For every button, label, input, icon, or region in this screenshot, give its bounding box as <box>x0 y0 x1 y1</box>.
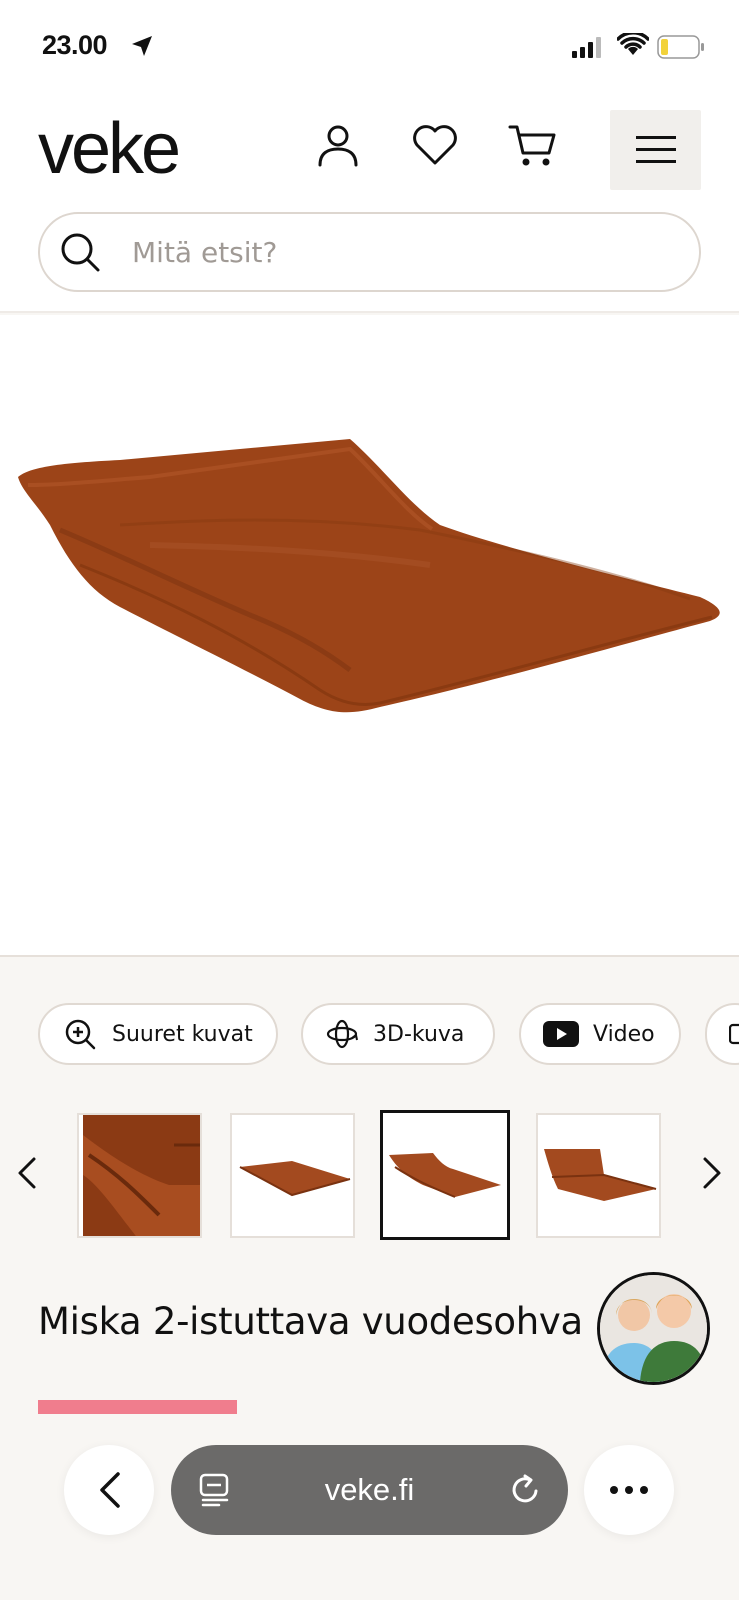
account-icon[interactable] <box>316 123 360 167</box>
large-images-button[interactable]: Suuret kuvat <box>38 1003 278 1065</box>
battery-icon <box>657 35 704 59</box>
product-title: Miska 2-istuttava vuodesohva <box>38 1300 583 1343</box>
thumbnail-image-reclined <box>389 1153 501 1198</box>
thumbnail-2[interactable] <box>230 1113 355 1238</box>
thumbnail-carousel <box>0 1110 739 1240</box>
veke-logo[interactable]: veke <box>38 113 181 185</box>
hamburger-menu-icon <box>635 136 676 163</box>
zoom-in-icon <box>65 1019 96 1050</box>
youtube-icon <box>543 1021 579 1047</box>
next-arrow-icon[interactable] <box>701 1155 723 1191</box>
browser-toolbar: veke.fi <box>0 1440 739 1600</box>
3d-rotate-icon <box>326 1019 358 1049</box>
status-bar: 23.00 <box>0 0 739 95</box>
thumbnail-4[interactable] <box>536 1113 661 1238</box>
campaign-badge-bar <box>38 1400 237 1414</box>
thumbnail-1[interactable] <box>77 1113 202 1238</box>
location-arrow-icon <box>132 36 152 56</box>
cellular-signal-icon <box>572 37 601 58</box>
address-bar[interactable]: veke.fi <box>171 1445 568 1535</box>
search-input[interactable] <box>132 228 672 276</box>
more-dots-icon <box>610 1486 648 1494</box>
large-images-label: Suuret kuvat <box>112 1021 253 1047</box>
3d-view-button[interactable]: 3D-kuva <box>301 1003 495 1065</box>
3d-view-label: 3D-kuva <box>373 1021 465 1047</box>
video-label: Video <box>593 1021 655 1047</box>
browser-more-button[interactable] <box>584 1445 674 1535</box>
product-main-image[interactable] <box>0 315 739 957</box>
thumbnail-image-detail <box>83 1115 200 1236</box>
wifi-icon <box>617 33 649 55</box>
sofa-bed-image <box>18 439 720 713</box>
search-icon <box>61 233 100 272</box>
reload-icon[interactable] <box>510 1473 542 1507</box>
back-chevron-icon <box>100 1472 120 1508</box>
more-media-button[interactable] <box>705 1003 739 1065</box>
wishlist-heart-icon[interactable] <box>412 123 458 167</box>
cart-icon[interactable] <box>508 123 556 169</box>
customer-service-avatar[interactable] <box>597 1272 710 1385</box>
browser-back-button[interactable] <box>64 1445 154 1535</box>
status-time: 23.00 <box>42 30 108 60</box>
url-text: veke.fi <box>324 1472 415 1507</box>
room-view-icon <box>729 1023 739 1045</box>
site-header: veke <box>0 95 739 313</box>
tab-overview-icon[interactable] <box>199 1473 231 1507</box>
prev-arrow-icon[interactable] <box>16 1155 38 1191</box>
support-people-image <box>600 1275 707 1382</box>
menu-button[interactable] <box>610 110 701 190</box>
media-actions: Suuret kuvat 3D-kuva Video <box>38 1003 739 1065</box>
thumbnail-image-flat <box>239 1161 351 1197</box>
thumbnail-image-upright <box>544 1149 657 1201</box>
video-button[interactable]: Video <box>519 1003 681 1065</box>
search-bar[interactable] <box>38 212 701 292</box>
thumbnail-3-selected[interactable] <box>380 1110 510 1240</box>
